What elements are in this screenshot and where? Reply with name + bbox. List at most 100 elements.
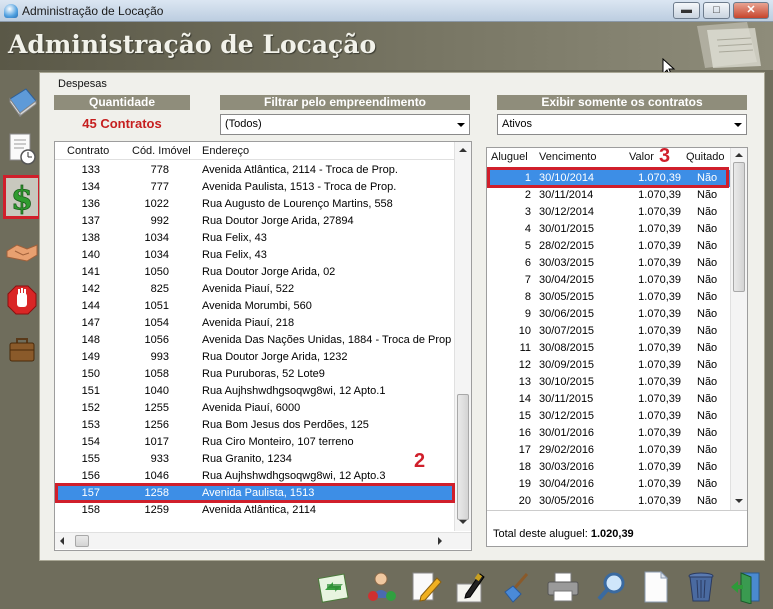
paid-status: Não — [697, 393, 718, 405]
due-date: 28/02/2015 — [539, 240, 595, 252]
table-row[interactable]: 142 825 Avenida Piauí, 522 — [55, 281, 455, 298]
table-row[interactable]: 147 1054 Avenida Piauí, 218 — [55, 315, 455, 332]
rent-number: 6 — [524, 257, 531, 269]
table-row[interactable]: 3 30/12/2014 1.070,39 Não — [487, 204, 730, 221]
paid-status: Não — [697, 240, 718, 252]
table-row[interactable]: 18 30/03/2016 1.070,39 Não — [487, 459, 730, 476]
table-row[interactable]: 12 30/09/2015 1.070,39 Não — [487, 357, 730, 374]
sidebar-item-briefcase[interactable] — [3, 328, 41, 372]
transfer-button[interactable] — [316, 569, 352, 605]
property-code: 1017 — [144, 436, 169, 448]
table-row[interactable]: 136 1022 Rua Augusto de Lourenço Martins, … — [55, 196, 455, 213]
address: Avenida Paulista, 1513 - Troca de Prop. — [202, 181, 397, 193]
column-header-due-date[interactable]: Vencimento — [539, 151, 596, 163]
table-row[interactable]: 9 30/06/2015 1.070,39 Não — [487, 306, 730, 323]
table-row[interactable]: 158 1259 Avenida Atlântica, 2114 — [55, 502, 455, 519]
contract-status-select[interactable]: Ativos — [497, 114, 747, 135]
table-row[interactable]: 13 30/10/2015 1.070,39 Não — [487, 374, 730, 391]
table-row[interactable]: 5 28/02/2015 1.070,39 Não — [487, 238, 730, 255]
rent-table[interactable]: Aluguel Vencimento Valor Quitado 1 30/10/… — [486, 147, 748, 547]
column-header-paid[interactable]: Quitado — [686, 151, 725, 163]
close-button[interactable]: ✕ — [733, 2, 769, 19]
scroll-right-icon[interactable] — [438, 537, 442, 545]
table-row[interactable]: 137 992 Rua Doutor Jorge Arida, 27894 — [55, 213, 455, 230]
table-row[interactable]: 150 1058 Rua Puruboras, 52 Lote9 — [55, 366, 455, 383]
table-row[interactable]: 20 30/05/2016 1.070,39 Não — [487, 493, 730, 510]
sidebar-item-handshake[interactable] — [3, 230, 41, 274]
sidebar: $ 1 — [0, 70, 49, 372]
search-button[interactable] — [593, 569, 629, 605]
sidebar-item-document-clock[interactable] — [3, 127, 41, 171]
edit-button[interactable] — [408, 569, 444, 605]
sidebar-item-stop[interactable] — [3, 278, 41, 322]
contracts-vertical-scrollbar[interactable] — [454, 142, 471, 531]
table-row[interactable]: 19 30/04/2016 1.070,39 Não — [487, 476, 730, 493]
contracts-scroll-thumb[interactable] — [457, 394, 469, 520]
table-row[interactable]: 16 30/01/2016 1.070,39 Não — [487, 425, 730, 442]
table-row[interactable]: 7 30/04/2015 1.070,39 Não — [487, 272, 730, 289]
table-row[interactable]: 11 30/08/2015 1.070,39 Não — [487, 340, 730, 357]
rent-vertical-scrollbar[interactable] — [730, 148, 747, 510]
scroll-up-icon[interactable] — [459, 148, 467, 152]
table-row[interactable]: 144 1051 Avenida Morumbi, 560 — [55, 298, 455, 315]
column-header-property-code[interactable]: Cód. Imóvel — [132, 145, 191, 157]
table-row[interactable]: 2 30/11/2014 1.070,39 Não — [487, 187, 730, 204]
sidebar-item-book[interactable] — [3, 80, 41, 124]
contract-number: 152 — [81, 402, 100, 414]
scroll-down-icon[interactable] — [459, 520, 467, 524]
edit-pencil-icon — [412, 572, 442, 602]
transfer-icon — [317, 573, 349, 603]
minimize-button[interactable]: ▬ — [673, 2, 700, 19]
table-row[interactable]: 133 778 Avenida Atlântica, 2114 - Troca de… — [55, 162, 455, 179]
table-row[interactable]: 153 1256 Rua Bom Jesus dos Perdões, 125 — [55, 417, 455, 434]
property-code: 1050 — [144, 266, 169, 278]
table-row[interactable]: 152 1255 Avenida Piauí, 6000 — [55, 400, 455, 417]
rent-value: 1.070,39 — [638, 342, 681, 354]
table-row[interactable]: 148 1056 Avenida Das Nações Unidas, 1884 -… — [55, 332, 455, 349]
table-row[interactable]: 10 30/07/2015 1.070,39 Não — [487, 323, 730, 340]
table-row[interactable]: 155 933 Rua Granito, 1234 — [55, 451, 455, 468]
address: Rua Bom Jesus dos Perdões, 125 — [202, 419, 369, 431]
property-code: 992 — [150, 215, 169, 227]
table-row[interactable]: 154 1017 Rua Ciro Monteiro, 107 terreno — [55, 434, 455, 451]
scroll-left-icon[interactable] — [60, 537, 64, 545]
column-header-rent[interactable]: Aluguel — [491, 151, 528, 163]
contracts-horizontal-scrollbar[interactable] — [55, 532, 471, 549]
column-header-address[interactable]: Endereço — [202, 145, 249, 157]
property-code: 825 — [150, 283, 169, 295]
table-row[interactable]: 15 30/12/2015 1.070,39 Não — [487, 408, 730, 425]
table-row[interactable]: 138 1034 Rua Felix, 43 — [55, 230, 455, 247]
print-button[interactable] — [545, 569, 581, 605]
clean-button[interactable] — [498, 569, 534, 605]
table-row[interactable]: 151 1040 Rua Aujhshwdhgsoqwg8wi, 12 Apto.1 — [55, 383, 455, 400]
clean-brush-icon — [504, 573, 529, 603]
scroll-down-icon[interactable] — [735, 499, 743, 503]
new-document-button[interactable] — [638, 569, 674, 605]
table-row[interactable]: 4 30/01/2015 1.070,39 Não — [487, 221, 730, 238]
delete-button[interactable] — [683, 569, 719, 605]
table-row[interactable]: 140 1034 Rua Felix, 43 — [55, 247, 455, 264]
rent-footer-divider — [487, 510, 747, 511]
rent-value: 1.070,39 — [638, 206, 681, 218]
development-filter-select[interactable]: (Todos) — [220, 114, 470, 135]
table-row[interactable]: 8 30/05/2015 1.070,39 Não — [487, 289, 730, 306]
table-row[interactable]: 149 993 Rua Doutor Jorge Arida, 1232 — [55, 349, 455, 366]
scroll-up-icon[interactable] — [735, 153, 743, 157]
sidebar-item-expenses[interactable]: $ — [3, 175, 41, 219]
table-row[interactable]: 141 1050 Rua Doutor Jorge Arida, 02 — [55, 264, 455, 281]
table-row[interactable]: 14 30/11/2015 1.070,39 Não — [487, 391, 730, 408]
contracts-hscroll-thumb[interactable] — [75, 535, 89, 547]
property-code: 1255 — [144, 402, 169, 414]
users-button[interactable] — [364, 569, 400, 605]
sign-button[interactable] — [453, 569, 489, 605]
exit-button[interactable] — [728, 569, 764, 605]
column-header-contract[interactable]: Contrato — [67, 145, 109, 157]
contract-status-value: Ativos — [502, 118, 532, 130]
table-row[interactable]: 134 777 Avenida Paulista, 1513 - Troca de … — [55, 179, 455, 196]
column-header-value[interactable]: Valor — [629, 151, 654, 163]
rent-number: 17 — [518, 444, 531, 456]
maximize-button[interactable]: □ — [703, 2, 730, 19]
rent-scroll-thumb[interactable] — [733, 162, 745, 292]
table-row[interactable]: 17 29/02/2016 1.070,39 Não — [487, 442, 730, 459]
table-row[interactable]: 6 30/03/2015 1.070,39 Não — [487, 255, 730, 272]
